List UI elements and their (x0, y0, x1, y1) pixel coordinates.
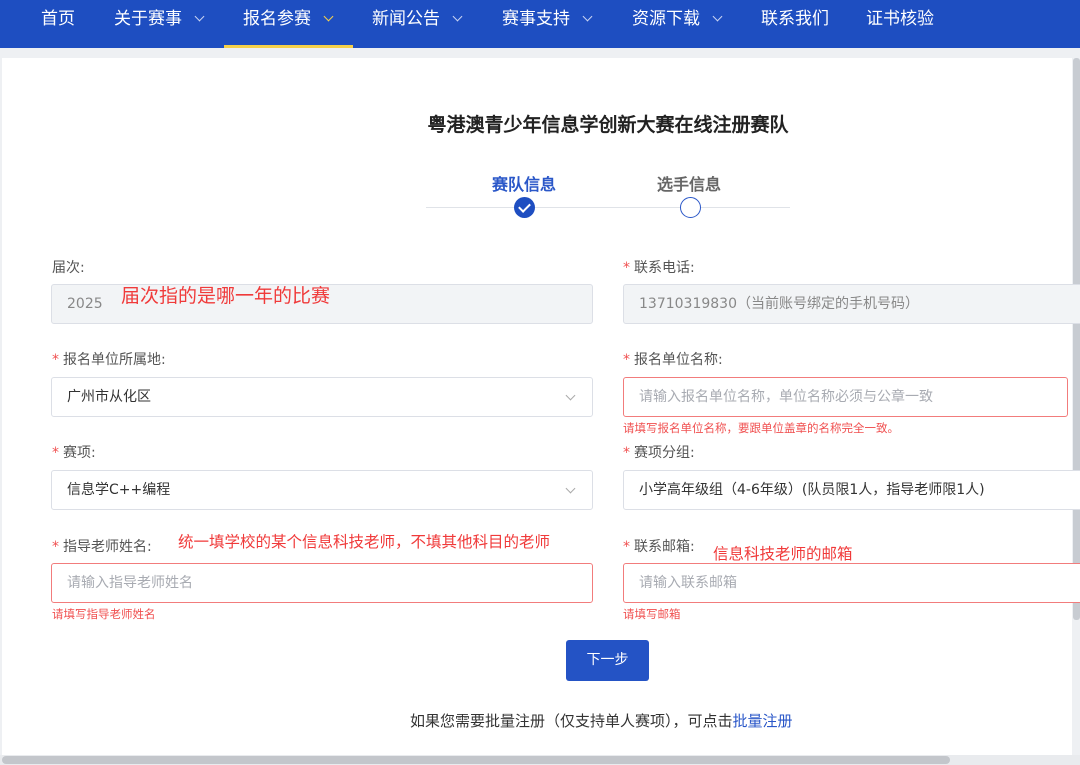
next-step-button[interactable]: 下一步 (566, 640, 649, 681)
nav-item-home[interactable]: 首页 (41, 0, 75, 48)
chevron-down-icon (712, 11, 723, 22)
teacher-label: * 指导老师姓名: (52, 536, 152, 556)
required-mark: * (623, 539, 630, 555)
group-select[interactable]: 小学高年级组（4-6年级）(队员限1人，指导老师限1人) (623, 470, 1080, 510)
nav-label: 资源下载 (632, 9, 700, 29)
org-name-label: * 报名单位名称: (623, 349, 723, 369)
region-label-text: 报名单位所属地: (63, 352, 166, 368)
email-label: * 联系邮箱: (623, 536, 695, 556)
required-mark: * (52, 352, 59, 368)
session-label: 届次: (52, 260, 85, 276)
region-select[interactable]: 广州市从化区 (51, 377, 593, 417)
teacher-label-text: 指导老师姓名: (63, 539, 152, 555)
bulk-register-link[interactable]: 批量注册 (733, 712, 793, 730)
bulk-register-text: 如果您需要批量注册（仅支持单人赛项），可点击 (410, 712, 733, 730)
event-label-text: 赛项: (63, 445, 96, 461)
event-select[interactable]: 信息学C++编程 (51, 470, 593, 510)
nav-item-contact[interactable]: 联系我们 (761, 0, 829, 48)
event-label: * 赛项: (52, 442, 96, 462)
org-name-error: 请填写报名单位名称，要跟单位盖章的名称完全一致。 (623, 421, 899, 435)
nav-label: 报名参赛 (243, 9, 311, 29)
region-label: * 报名单位所属地: (52, 349, 166, 369)
step-label-players: 选手信息 (657, 175, 722, 194)
chevron-down-icon (452, 11, 463, 22)
nav-label: 首页 (41, 9, 75, 29)
step-line (701, 207, 790, 208)
nav-label: 证书核验 (866, 9, 934, 29)
empty-circle-icon (680, 197, 701, 218)
horizontal-scrollbar[interactable] (2, 756, 950, 764)
bulk-register-hint: 如果您需要批量注册（仅支持单人赛项），可点击批量注册 (410, 710, 793, 731)
phone-label-text: 联系电话: (634, 260, 695, 276)
nav-item-certificate[interactable]: 证书核验 (866, 0, 934, 48)
top-nav: 首页 关于赛事 报名参赛 新闻公告 赛事支持 资源下载 联系我们 证书核验 (0, 0, 1080, 48)
phone-label: * 联系电话: (623, 257, 695, 277)
required-mark: * (52, 445, 59, 461)
chevron-down-icon (323, 11, 334, 22)
required-mark: * (623, 445, 630, 461)
required-mark: * (52, 539, 59, 555)
nav-label: 关于赛事 (114, 9, 182, 29)
event-value: 信息学C++编程 (67, 482, 171, 498)
required-mark: * (623, 352, 630, 368)
step-label-team: 赛队信息 (492, 175, 557, 194)
check-icon (514, 197, 535, 218)
active-tab-indicator (224, 45, 353, 48)
chevron-down-icon (565, 483, 576, 494)
teacher-annotation: 统一填学校的某个信息科技老师，不填其他科目的老师 (178, 533, 551, 551)
region-value: 广州市从化区 (67, 389, 151, 405)
chevron-down-icon (582, 11, 593, 22)
nav-label: 新闻公告 (372, 9, 440, 29)
org-name-input[interactable]: 请输入报名单位名称，单位名称必须与公章一致 (623, 377, 1068, 417)
nav-item-about[interactable]: 关于赛事 (114, 0, 205, 48)
email-error: 请填写邮箱 (623, 607, 681, 621)
nav-label: 赛事支持 (502, 9, 570, 29)
nav-item-downloads[interactable]: 资源下载 (632, 0, 723, 48)
nav-label: 联系我们 (761, 9, 829, 29)
email-input[interactable]: 请输入联系邮箱 (623, 563, 1080, 603)
chevron-down-icon (565, 390, 576, 401)
org-name-label-text: 报名单位名称: (634, 352, 723, 368)
group-label-text: 赛项分组: (634, 445, 695, 461)
email-annotation: 信息科技老师的邮箱 (713, 545, 853, 563)
required-mark: * (623, 260, 630, 276)
teacher-error: 请填写指导老师姓名 (52, 607, 156, 621)
chevron-down-icon (194, 11, 205, 22)
group-label: * 赛项分组: (623, 442, 695, 462)
step-line (535, 207, 680, 208)
nav-item-news[interactable]: 新闻公告 (372, 0, 463, 48)
email-label-text: 联系邮箱: (634, 539, 695, 555)
page-title: 粤港澳青少年信息学创新大赛在线注册赛队 (427, 114, 789, 136)
step-line (426, 207, 514, 208)
nav-item-support[interactable]: 赛事支持 (502, 0, 593, 48)
teacher-input[interactable]: 请输入指导老师姓名 (51, 563, 593, 603)
session-annotation: 届次指的是哪一年的比赛 (121, 285, 331, 307)
vertical-scrollbar[interactable] (1073, 58, 1080, 620)
phone-field: 13710319830（当前账号绑定的手机号码） (623, 284, 1080, 324)
nav-item-register[interactable]: 报名参赛 (243, 0, 334, 48)
